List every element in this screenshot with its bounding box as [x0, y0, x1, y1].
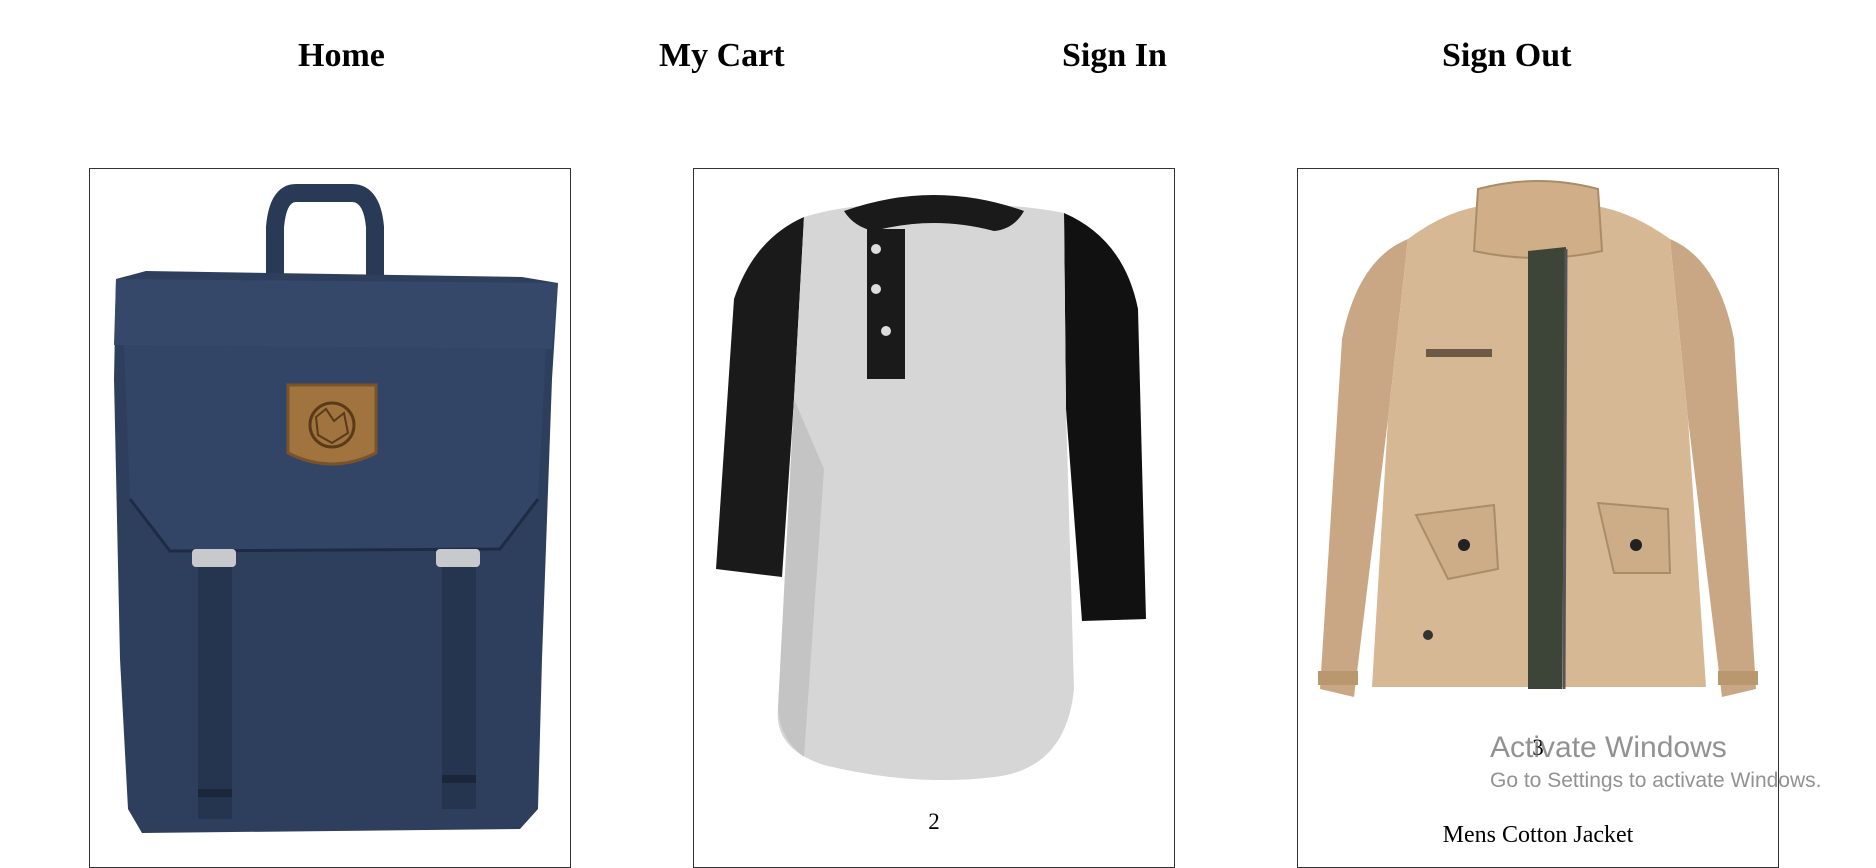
product-card[interactable]: 3 Mens Cotton Jacket: [1297, 168, 1779, 868]
khaki-jacket-image[interactable]: [1298, 169, 1779, 868]
nav-home-link[interactable]: Home: [298, 34, 385, 78]
product-name: Mens Cotton Jacket: [1442, 822, 1634, 848]
product-id: 3: [1532, 735, 1544, 760]
nav-sign-in-link[interactable]: Sign In: [1062, 34, 1167, 78]
raglan-henley-shirt-image[interactable]: [694, 169, 1175, 868]
product-id: 2: [928, 809, 940, 834]
nav-my-cart-link[interactable]: My Cart: [659, 34, 785, 78]
product-card[interactable]: [89, 168, 571, 868]
product-card[interactable]: 2: [693, 168, 1175, 868]
nav-sign-out-link[interactable]: Sign Out: [1442, 34, 1571, 78]
navy-backpack-image[interactable]: [90, 169, 571, 868]
